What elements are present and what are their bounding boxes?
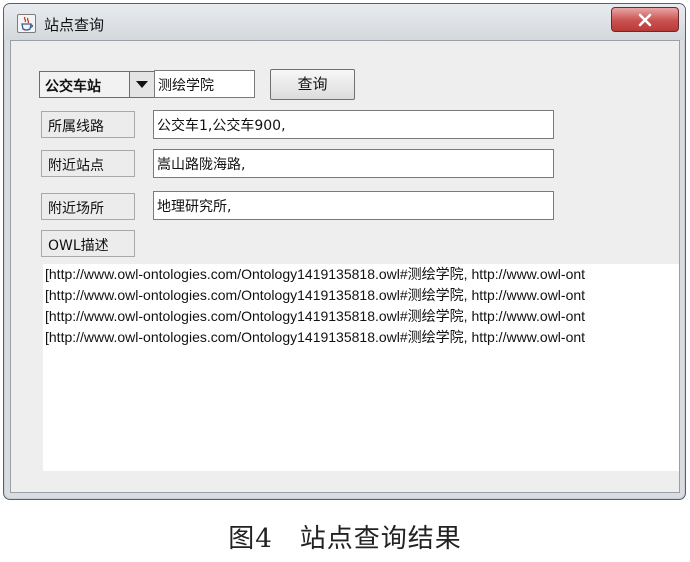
- station-type-dropdown[interactable]: 公交车站: [39, 71, 155, 98]
- main-panel: 公交车站 测绘学院 查询 所属线路 公交车1,公交车900, 附近站点 嵩山路陇…: [10, 40, 680, 493]
- nearby-stations-field[interactable]: 嵩山路陇海路,: [153, 149, 554, 178]
- close-button[interactable]: [611, 7, 679, 32]
- dropdown-button[interactable]: [129, 72, 154, 97]
- owl-line: [http://www.owl-ontologies.com/Ontology1…: [45, 287, 586, 303]
- owl-description-label: OWL描述: [41, 230, 135, 257]
- route-label: 所属线路: [41, 111, 135, 138]
- chevron-down-icon: [136, 81, 148, 88]
- window-title: 站点查询: [44, 16, 105, 34]
- owl-line: [http://www.owl-ontologies.com/Ontology1…: [45, 308, 586, 324]
- owl-line: [http://www.owl-ontologies.com/Ontology1…: [45, 266, 586, 282]
- owl-description-textarea[interactable]: [http://www.owl-ontologies.com/Ontology1…: [43, 264, 679, 471]
- title-bar[interactable]: 站点查询: [4, 4, 685, 40]
- query-button[interactable]: 查询: [270, 69, 355, 100]
- search-input[interactable]: 测绘学院: [154, 70, 255, 98]
- dropdown-selected-value: 公交车站: [45, 79, 101, 95]
- nearby-places-label: 附近场所: [41, 193, 135, 220]
- java-coffee-cup-icon: [17, 14, 36, 33]
- close-icon: [638, 13, 652, 27]
- nearby-places-field[interactable]: 地理研究所,: [153, 191, 554, 220]
- nearby-stations-label: 附近站点: [41, 150, 135, 177]
- route-field[interactable]: 公交车1,公交车900,: [153, 110, 554, 139]
- figure-caption: 图4 站点查询结果: [228, 524, 462, 554]
- owl-line: [http://www.owl-ontologies.com/Ontology1…: [45, 329, 586, 345]
- app-window: 站点查询 公交车站 测绘学院 查询 所属线路 公交车1,公交车900, 附近站点…: [3, 3, 686, 500]
